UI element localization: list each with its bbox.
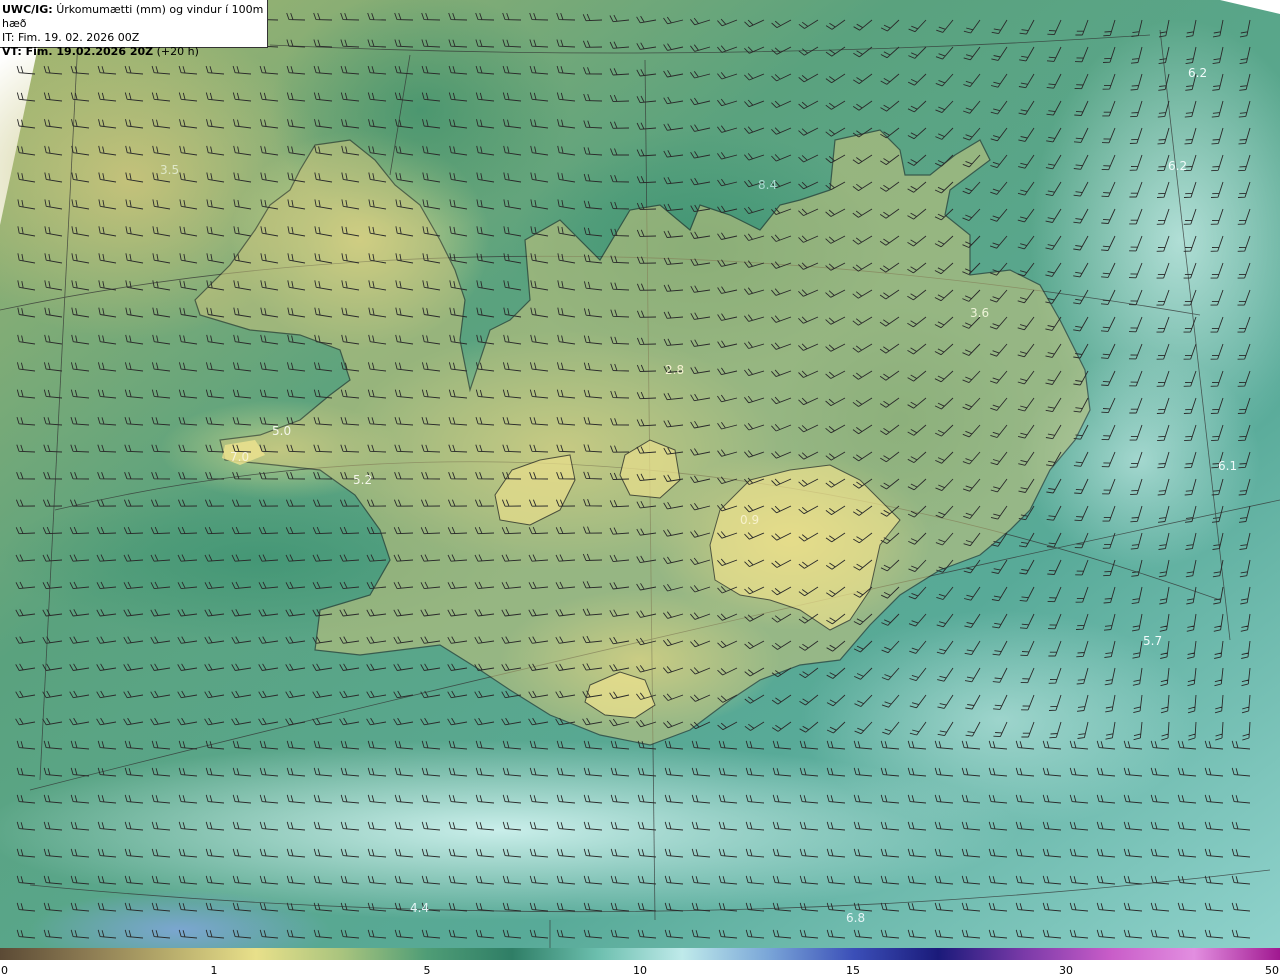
map-value-label: 5.7 bbox=[1143, 634, 1162, 648]
forecast-map: 3.5 8.4 6.2 6.2 3.6 2.8 5.0 7.0 5.2 6.1 … bbox=[0, 0, 1280, 970]
map-value-label: 0.9 bbox=[740, 513, 759, 527]
map-value-label: 6.8 bbox=[846, 911, 865, 925]
colorbar-tick-label: 30 bbox=[1059, 964, 1073, 977]
map-value-label: 2.8 bbox=[665, 363, 684, 377]
map-value-label: 5.0 bbox=[272, 424, 291, 438]
map-value-label: 3.5 bbox=[160, 163, 179, 177]
colorbar: 0 1 5 10 15 30 50 bbox=[0, 948, 1280, 978]
valid-time: VT: Fim. 19.02.2026 20Z bbox=[2, 45, 154, 58]
init-time: IT: Fim. 19. 02. 2026 00Z bbox=[2, 31, 140, 44]
header-info-box: UWC/IG: Úrkomumætti (mm) og vindur í 100… bbox=[0, 0, 268, 58]
map-value-label: 5.2 bbox=[353, 473, 372, 487]
product-title-line: UWC/IG: Úrkomumætti (mm) og vindur í 100… bbox=[2, 3, 267, 31]
colorbar-tick-label: 0 bbox=[1, 964, 8, 977]
map-value-label: 6.2 bbox=[1168, 159, 1187, 173]
valid-time-line: VT: Fim. 19.02.2026 20Z (+20 h) bbox=[2, 45, 267, 59]
map-value-label: 3.6 bbox=[970, 306, 989, 320]
colorbar-tick-label: 15 bbox=[846, 964, 860, 977]
colorbar-strip bbox=[0, 948, 1280, 960]
lead-time: (+20 h) bbox=[156, 45, 199, 58]
colorbar-tick-label: 5 bbox=[423, 964, 431, 977]
colorbar-tick-label: 1 bbox=[210, 964, 218, 977]
map-value-label: 6.2 bbox=[1188, 66, 1207, 80]
colorbar-tick-label: 50 bbox=[1265, 964, 1279, 977]
map-value-label: 8.4 bbox=[758, 178, 777, 192]
colorbar-tick-label: 10 bbox=[633, 964, 647, 977]
product-code: UWC/IG: bbox=[2, 3, 53, 16]
map-value-label: 7.0 bbox=[230, 450, 249, 464]
map-value-label: 6.1 bbox=[1218, 459, 1237, 473]
map-value-label: 4.4 bbox=[410, 901, 429, 915]
